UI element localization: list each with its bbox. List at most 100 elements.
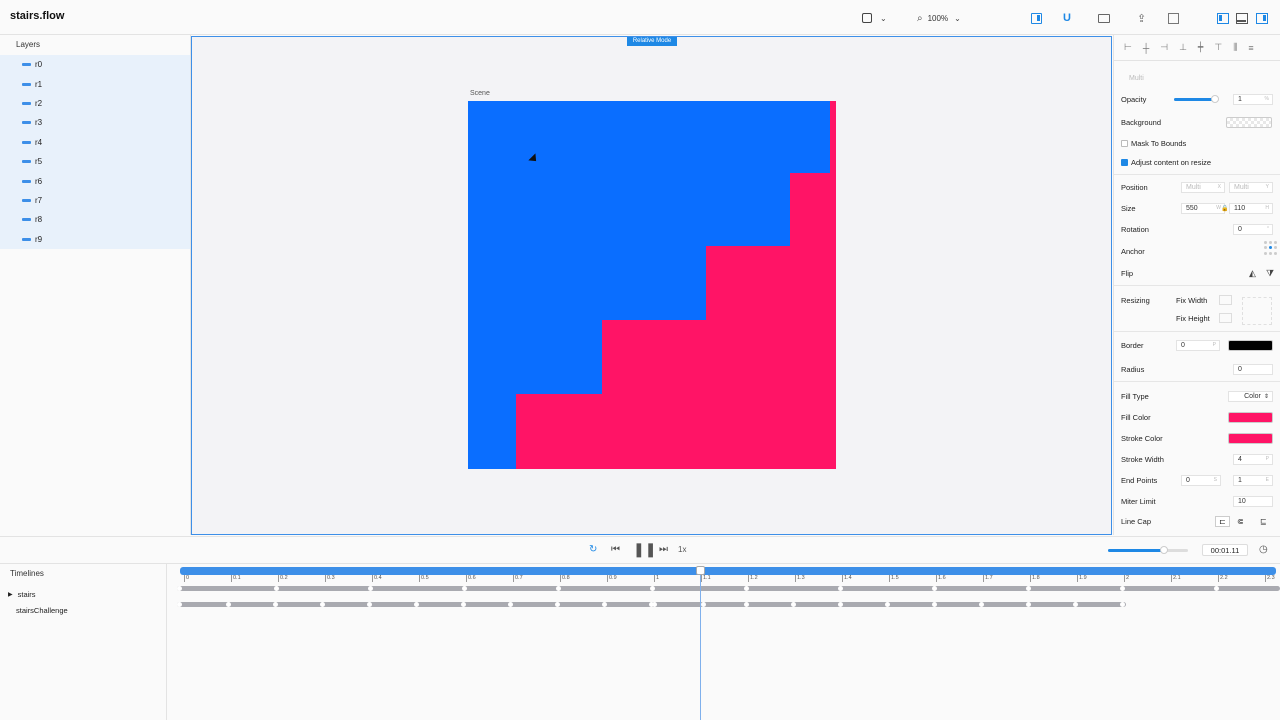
keyframe-marker[interactable] xyxy=(368,586,373,591)
share-icon[interactable]: ⇪ xyxy=(1137,10,1146,26)
properties-toggle-icon[interactable] xyxy=(1031,10,1042,26)
keyframe-marker[interactable] xyxy=(701,602,706,607)
layer-item[interactable]: r6 xyxy=(0,171,190,191)
position-y-input[interactable]: Multi Y xyxy=(1229,181,1273,193)
keyframe-marker[interactable] xyxy=(414,602,419,607)
zoom-control[interactable]: ⌕ 100% ⌄ xyxy=(917,10,961,26)
layer-item[interactable]: r2 xyxy=(0,93,190,114)
keyframe-marker[interactable] xyxy=(320,602,325,607)
end-points-start-input[interactable]: 0 S xyxy=(1181,474,1221,486)
end-points-end-input[interactable]: 1 E xyxy=(1233,474,1273,486)
magnet-icon[interactable]: U xyxy=(1063,10,1071,26)
size-height-input[interactable]: 110 H xyxy=(1229,202,1273,214)
position-x-input[interactable]: Multi X xyxy=(1181,181,1225,193)
layer-item[interactable]: r4 xyxy=(0,132,190,152)
keyframe-marker[interactable] xyxy=(461,602,466,607)
current-time[interactable]: 00:01.11 xyxy=(1202,544,1248,556)
keyframe-marker[interactable] xyxy=(932,586,937,591)
align-top-icon[interactable]: ⊤ xyxy=(1214,42,1222,53)
keyframe-marker[interactable] xyxy=(932,602,937,607)
keyframe-marker[interactable] xyxy=(1120,586,1125,591)
keyframe-marker[interactable] xyxy=(177,602,182,607)
keyframe-marker[interactable] xyxy=(274,586,279,591)
keyframe-marker[interactable] xyxy=(838,586,843,591)
comment-icon[interactable] xyxy=(1098,10,1110,26)
flip-vertical-icon[interactable]: ⧩ xyxy=(1266,268,1274,279)
keyframe-marker[interactable] xyxy=(226,602,231,607)
keyframe-marker[interactable] xyxy=(508,602,513,607)
align-left-icon[interactable]: ⊢ xyxy=(1124,42,1132,53)
clock-icon[interactable]: ◷ xyxy=(1259,544,1268,555)
layer-item[interactable]: r9 xyxy=(0,229,190,249)
align-bottom-icon[interactable]: ⊥ xyxy=(1179,42,1187,53)
radius-input[interactable]: 0 xyxy=(1233,363,1273,375)
align-center-h-icon[interactable]: ┼ xyxy=(1143,43,1149,53)
playhead-handle[interactable] xyxy=(696,566,705,575)
keyframe-marker[interactable] xyxy=(744,602,749,607)
keyframe-marker[interactable] xyxy=(650,586,655,591)
stairs-challenge-track[interactable] xyxy=(177,602,1126,607)
keyframe-marker[interactable] xyxy=(602,602,607,607)
layer-item[interactable]: r0 xyxy=(0,55,190,75)
layer-item[interactable]: r8 xyxy=(0,210,190,230)
layer-item[interactable]: r7 xyxy=(0,190,190,211)
align-right-icon[interactable]: ⊣ xyxy=(1160,42,1168,53)
flip-horizontal-icon[interactable]: ◭ xyxy=(1249,268,1256,279)
timeline-item[interactable]: stairsChallenge xyxy=(0,602,166,618)
timeline-zoom-knob[interactable] xyxy=(1160,546,1168,554)
size-width-input[interactable]: 550 W xyxy=(1181,202,1225,214)
fill-type-select[interactable]: Color ⇕ xyxy=(1228,390,1273,402)
border-color-swatch[interactable] xyxy=(1228,339,1273,351)
mask-to-bounds-checkbox[interactable] xyxy=(1121,139,1128,147)
timeline-ruler-bar[interactable] xyxy=(180,567,1276,575)
keyframe-marker[interactable] xyxy=(177,586,182,591)
left-panel-toggle-icon[interactable] xyxy=(1217,10,1229,26)
right-panel-toggle-icon[interactable] xyxy=(1256,10,1268,26)
blue-region[interactable] xyxy=(468,245,706,320)
keyframe-marker[interactable] xyxy=(1214,586,1219,591)
keyframe-marker[interactable] xyxy=(1073,602,1078,607)
layer-item[interactable]: r3 xyxy=(0,113,190,133)
fill-color-swatch[interactable] xyxy=(1228,411,1273,423)
blue-region[interactable] xyxy=(468,101,830,173)
fix-height-toggle[interactable] xyxy=(1219,313,1232,323)
skip-forward-icon[interactable]: ⏭ xyxy=(659,544,668,555)
fix-width-toggle[interactable] xyxy=(1219,295,1232,305)
keyframe-marker[interactable] xyxy=(1026,602,1031,607)
adjust-content-checkbox[interactable] xyxy=(1121,158,1128,166)
blue-region[interactable] xyxy=(468,319,602,394)
keyframe-marker[interactable] xyxy=(1026,586,1031,591)
keyframe-marker[interactable] xyxy=(791,602,796,607)
layer-item[interactable]: r5 xyxy=(0,151,190,172)
timeline-zoom-slider[interactable] xyxy=(1108,546,1188,554)
stroke-color-swatch[interactable] xyxy=(1228,432,1273,444)
loop-icon[interactable]: ↻ xyxy=(589,544,597,555)
keyframe-marker[interactable] xyxy=(838,602,843,607)
timeline-item[interactable]: ▶ stairs xyxy=(0,586,166,602)
pause-icon[interactable]: ❚❚ xyxy=(633,541,656,558)
keyframe-marker[interactable] xyxy=(885,602,890,607)
keyframe-marker[interactable] xyxy=(652,602,657,607)
canvas[interactable]: Relative Mode Scene xyxy=(191,36,1112,535)
bottom-panel-toggle-icon[interactable] xyxy=(1236,10,1248,26)
keyframe-marker[interactable] xyxy=(273,602,278,607)
opacity-slider-knob[interactable] xyxy=(1211,95,1219,103)
resizing-constraints-widget[interactable] xyxy=(1242,297,1272,325)
opacity-slider[interactable] xyxy=(1174,95,1219,103)
align-center-v-icon[interactable]: ┿ xyxy=(1198,42,1203,53)
lock-icon[interactable]: 🔒 xyxy=(1221,205,1228,212)
keyframe-marker[interactable] xyxy=(555,602,560,607)
stroke-width-input[interactable]: 4 P xyxy=(1233,453,1273,465)
miter-limit-input[interactable]: 10 xyxy=(1233,495,1273,507)
keyframe-marker[interactable] xyxy=(556,586,561,591)
line-cap-round-icon[interactable]: ⋐ xyxy=(1237,517,1244,526)
device-selector[interactable]: ⌄ xyxy=(862,10,887,26)
keyframe-marker[interactable] xyxy=(1120,602,1125,607)
scene-artboard[interactable] xyxy=(468,101,836,469)
keyframe-marker[interactable] xyxy=(367,602,372,607)
distribute-v-icon[interactable]: ≡ xyxy=(1248,43,1253,53)
keyframe-marker[interactable] xyxy=(744,586,749,591)
skip-back-icon[interactable]: ⏮ xyxy=(611,544,620,555)
distribute-h-icon[interactable]: ⫼ xyxy=(1233,42,1237,53)
keyframe-marker[interactable] xyxy=(462,586,467,591)
